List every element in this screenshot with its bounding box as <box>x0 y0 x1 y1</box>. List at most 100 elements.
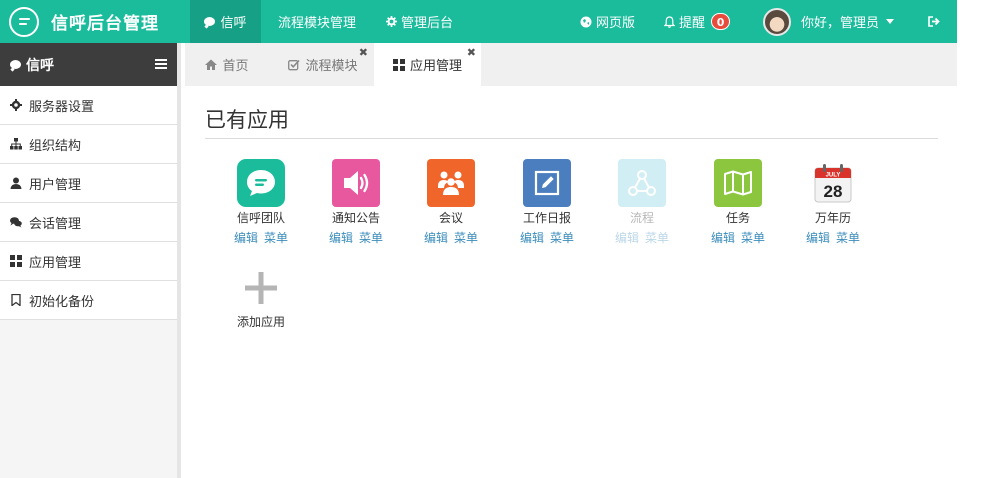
app-menu-link[interactable]: 菜单 <box>454 231 478 245</box>
user-icon <box>10 177 22 189</box>
tab-flow-module[interactable]: 流程模块 ✖ <box>273 43 373 86</box>
sidebar-item-app-management[interactable]: 应用管理 <box>0 242 177 281</box>
edit-icon <box>534 170 560 196</box>
app-name: 通知公告 <box>331 211 380 225</box>
add-app-label: 添加应用 <box>236 315 285 329</box>
sidebar-item-label: 用户管理 <box>29 177 82 193</box>
close-icon[interactable]: ✖ <box>467 46 476 59</box>
app-name: 万年历 <box>814 211 851 225</box>
flow-icon <box>628 170 656 196</box>
app-edit-link[interactable]: 编辑 <box>520 231 544 245</box>
app-edit-link[interactable]: 编辑 <box>806 231 830 245</box>
alerts-button[interactable]: 提醒 0 <box>664 0 731 43</box>
app-edit-link[interactable]: 编辑 <box>424 231 448 245</box>
app-actions: 编辑 菜单 <box>416 229 486 246</box>
sidebar-item-label: 组织结构 <box>29 138 82 154</box>
web-version-link[interactable]: 网页版 <box>580 0 635 43</box>
tab-label: 流程模块 <box>305 59 358 74</box>
app-edit-link[interactable]: 编辑 <box>711 231 735 245</box>
app-actions: 编辑 菜单 <box>607 229 677 246</box>
app-actions: 编辑 菜单 <box>321 229 391 246</box>
globe-icon <box>580 16 592 27</box>
app-item: JULY 28 万年历 编辑 菜单 <box>798 159 868 246</box>
app-item: 流程 编辑 菜单 <box>607 159 677 246</box>
app-icon-daily-report[interactable] <box>523 159 571 207</box>
comments-icon <box>10 217 22 228</box>
tab-label: 首页 <box>222 59 249 74</box>
app-icon-task[interactable] <box>714 159 762 207</box>
alerts-label: 提醒 <box>679 16 706 31</box>
sitemap-icon <box>10 138 22 150</box>
people-icon <box>438 171 464 195</box>
gear-icon <box>10 99 22 111</box>
brand-title: 信呼后台管理 <box>51 14 159 34</box>
tab-app-management[interactable]: 应用管理 ✖ <box>374 43 481 86</box>
app-menu-link[interactable]: 菜单 <box>836 231 860 245</box>
chat-bubble-icon <box>204 17 216 26</box>
sidebar-header: 信呼 <box>0 43 177 86</box>
app-icon-meeting[interactable] <box>427 159 475 207</box>
title-divider <box>205 138 938 139</box>
app-icon-calendar[interactable]: JULY 28 <box>809 159 857 207</box>
close-icon[interactable]: ✖ <box>359 46 368 59</box>
calendar-month-text: JULY <box>826 173 841 179</box>
app-name: 工作日报 <box>522 211 571 225</box>
grid-icon <box>10 255 22 267</box>
app-item: 会议 编辑 菜单 <box>416 159 486 246</box>
app-menu-link[interactable]: 菜单 <box>550 231 574 245</box>
app-item: 工作日报 编辑 菜单 <box>512 159 582 246</box>
bookmark-icon <box>11 294 21 306</box>
tab-home[interactable]: 首页 <box>185 43 269 86</box>
app-menu-link[interactable]: 菜单 <box>264 231 288 245</box>
app-actions: 编辑 菜单 <box>226 229 296 246</box>
alert-count-badge: 0 <box>711 13 731 30</box>
user-greeting: 你好，管理员 <box>801 16 880 31</box>
app-icon-flow[interactable] <box>618 159 666 207</box>
topnav-item-flow-module[interactable]: 流程模块管理 <box>278 0 356 43</box>
map-icon <box>724 170 752 196</box>
brand[interactable]: 信呼后台管理 <box>0 0 190 43</box>
topnav-item-label: 信呼 <box>220 16 247 31</box>
app-name: 信呼团队 <box>236 211 285 225</box>
speaker-icon <box>344 171 369 195</box>
sidebar-item-server-settings[interactable]: 服务器设置 <box>0 86 177 125</box>
sidebar: 信呼 服务器设置 组织结构 用户管理 会话管理 应用管理 初始化备份 <box>0 43 181 478</box>
sidebar-item-user-management[interactable]: 用户管理 <box>0 164 177 203</box>
grid-icon <box>392 58 405 71</box>
app-menu-link[interactable]: 菜单 <box>645 231 669 245</box>
app-item: 通知公告 编辑 菜单 <box>321 159 391 246</box>
app-name: 任务 <box>725 211 750 225</box>
main-content: 已有应用 <box>205 104 938 134</box>
sidebar-item-org-structure[interactable]: 组织结构 <box>0 125 177 164</box>
plus-icon[interactable] <box>237 264 285 312</box>
app-edit-link[interactable]: 编辑 <box>329 231 353 245</box>
topnav-item-xinhu[interactable]: 信呼 <box>190 0 261 43</box>
sidebar-item-init-backup[interactable]: 初始化备份 <box>0 281 177 320</box>
app-item: 任务 编辑 菜单 <box>703 159 773 246</box>
app-edit-link[interactable]: 编辑 <box>615 231 639 245</box>
app-name: 会议 <box>438 211 463 225</box>
menu-toggle-icon[interactable] <box>155 59 167 69</box>
sidebar-item-label: 会话管理 <box>29 216 82 232</box>
app-icon-notice[interactable] <box>332 159 380 207</box>
app-menu-link[interactable]: 菜单 <box>359 231 383 245</box>
sidebar-item-session-management[interactable]: 会话管理 <box>0 203 177 242</box>
avatar <box>763 7 791 36</box>
app-icon-xinhu-team[interactable] <box>237 159 285 207</box>
sidebar-item-label: 初始化备份 <box>29 294 95 310</box>
app-name: 流程 <box>629 211 654 225</box>
user-menu[interactable]: 你好，管理员 <box>763 0 895 43</box>
tab-label: 应用管理 <box>409 59 462 74</box>
topnav-item-admin[interactable]: 管理后台 <box>386 0 453 43</box>
logout-button[interactable] <box>928 0 941 43</box>
add-app-item[interactable]: 添加应用 <box>226 264 296 330</box>
check-square-icon <box>288 59 301 70</box>
app-actions: 编辑 菜单 <box>798 229 868 246</box>
app-menu-link[interactable]: 菜单 <box>741 231 765 245</box>
app-item: 信呼团队 编辑 菜单 <box>226 159 296 246</box>
chevron-down-icon <box>886 19 895 24</box>
calendar-day-text: 28 <box>824 182 843 201</box>
home-icon <box>205 59 218 70</box>
app-edit-link[interactable]: 编辑 <box>234 231 258 245</box>
tab-bar: 首页 流程模块 ✖ 应用管理 ✖ <box>185 43 957 86</box>
